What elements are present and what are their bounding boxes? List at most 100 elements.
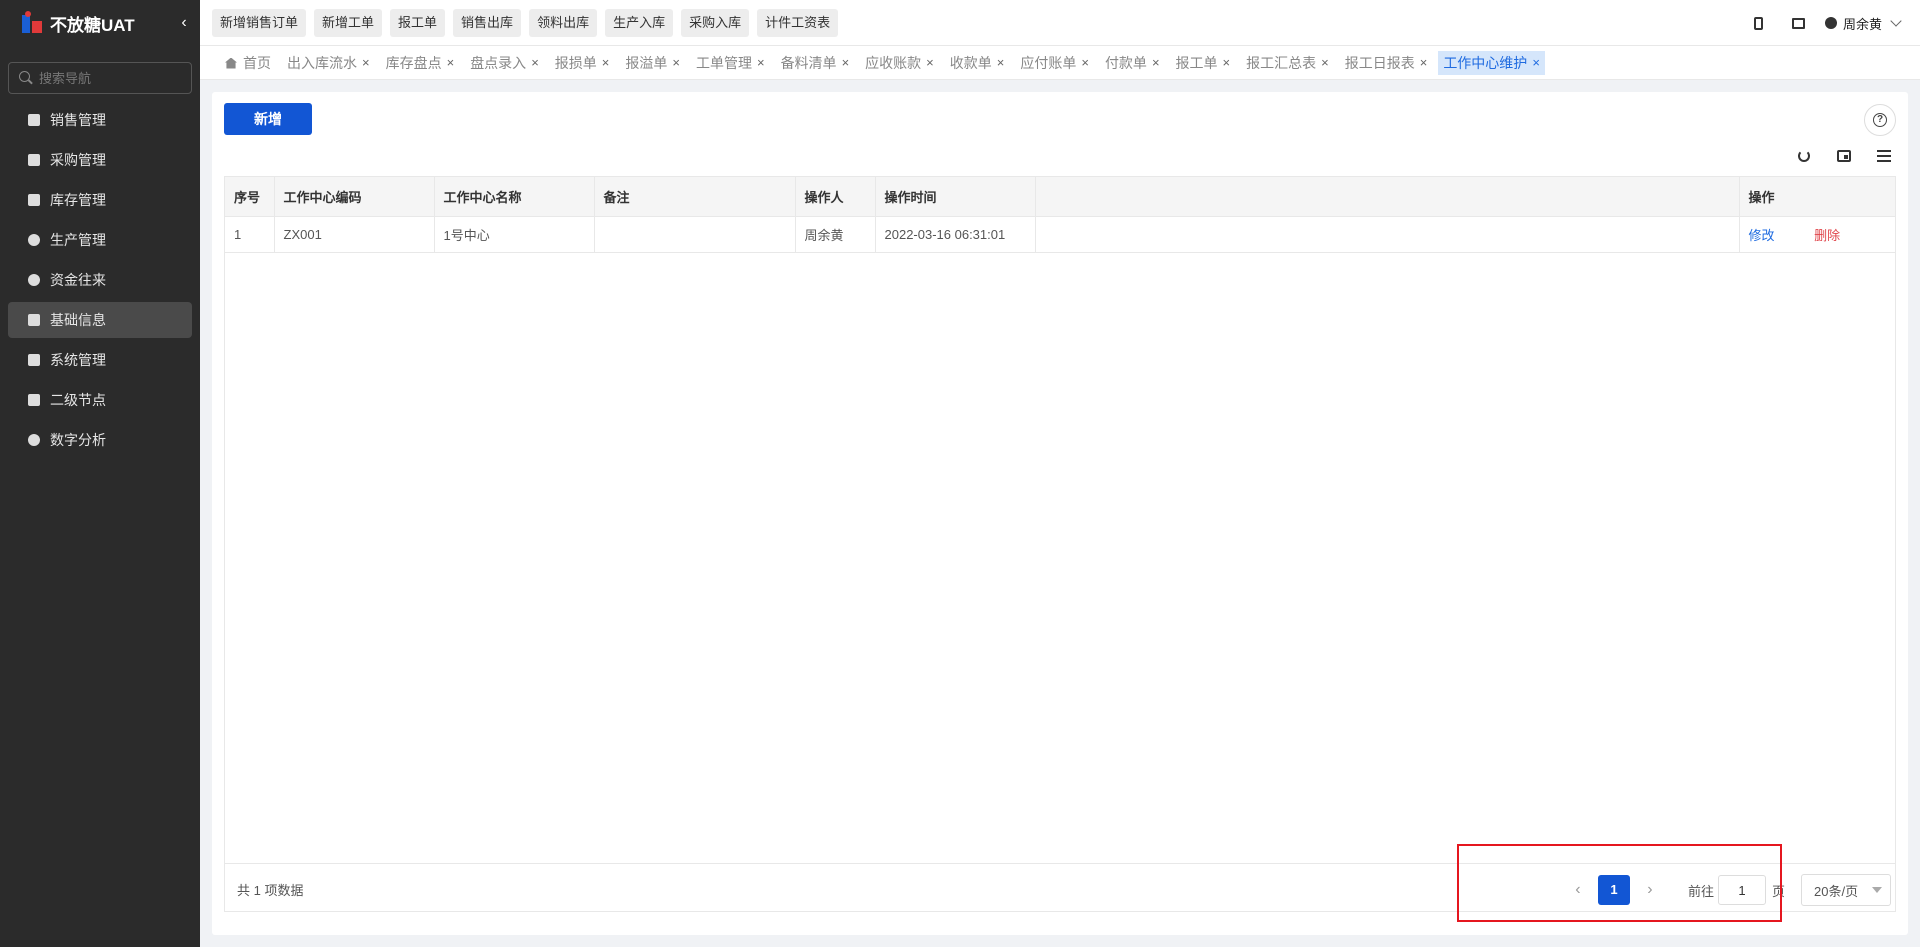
quick-production-inbound-button[interactable]: 生产入库 [605,9,674,37]
collapse-sidebar-button[interactable]: ‹ [174,13,194,33]
home-icon [225,57,237,69]
tab-label: 工单管理 [695,55,752,71]
sidebar-item-label: 二级节点 [50,392,106,408]
column-settings-button[interactable] [1864,144,1904,168]
next-page-button[interactable]: › [1636,876,1664,904]
tab-loss-report[interactable]: 报损单 × [550,51,615,75]
column-header-name: 工作中心名称 [434,177,595,217]
logo-icon [20,11,44,35]
tab-work-order-management[interactable]: 工单管理 × [691,51,770,75]
tab-receivables[interactable]: 应收账款 × [860,51,939,75]
tab-receipt[interactable]: 收款单 × [945,51,1010,75]
close-icon[interactable]: × [1081,51,1089,75]
quick-sales-outbound-button[interactable]: 销售出库 [453,9,522,37]
sidebar-item-system[interactable]: 系统管理 [8,342,192,378]
close-icon[interactable]: × [842,51,850,75]
sidebar-item-purchase[interactable]: 采购管理 [8,142,192,178]
help-button[interactable]: ? [1864,104,1896,136]
chevron-down-icon [1872,887,1882,893]
close-icon[interactable]: × [531,51,539,75]
sidebar: 不放糖UAT ‹ 销售管理 采购管理 库存管理 生产管理 资金往来 基础信息 系… [0,0,200,947]
close-icon[interactable]: × [602,51,610,75]
delete-link[interactable]: 删除 [1814,228,1840,243]
tab-overflow-report[interactable]: 报溢单 × [620,51,685,75]
quick-work-report-button[interactable]: 报工单 [390,9,446,37]
chevron-down-icon [1890,15,1902,27]
tab-work-report[interactable]: 报工单 × [1171,51,1236,75]
nav-search-box[interactable] [8,62,192,94]
tab-label: 库存盘点 [385,55,442,71]
quick-new-sales-order-button[interactable]: 新增销售订单 [212,9,307,37]
tab-inventory-flow[interactable]: 出入库流水 × [282,51,375,75]
top-header: 新增销售订单 新增工单 报工单 销售出库 领料出库 生产入库 采购入库 计件工资… [200,0,1920,46]
column-height-icon [1837,150,1851,162]
dashboard-button[interactable] [1779,0,1819,46]
user-icon [1824,17,1837,29]
sidebar-item-inventory[interactable]: 库存管理 [8,182,192,218]
sidebar-item-label: 销售管理 [50,112,106,128]
close-icon[interactable]: × [1420,51,1428,75]
main-content: 新增 ? 序号 工作中心编码 工作中心名称 备注 操作人 操作时间 操作 1 Z… [212,92,1908,935]
sidebar-item-secondary-node[interactable]: 二级节点 [8,382,192,418]
table-row: 1 ZX001 1号中心 周余黄 2022-03-16 06:31:01 修改 … [225,216,1895,253]
refresh-button[interactable] [1784,144,1824,168]
close-icon[interactable]: × [926,51,934,75]
nav-search-input[interactable] [39,70,179,86]
factory-icon [28,234,40,246]
close-icon[interactable]: × [447,51,455,75]
tab-payment[interactable]: 付款单 × [1100,51,1165,75]
tab-home[interactable]: 首页 [220,51,276,75]
prev-page-button[interactable]: ‹ [1564,876,1592,904]
cart-icon [28,154,40,166]
tab-work-report-summary[interactable]: 报工汇总表 × [1241,51,1334,75]
sidebar-item-production[interactable]: 生产管理 [8,222,192,258]
page-number-button[interactable]: 1 [1597,875,1630,905]
close-icon[interactable]: × [672,51,680,75]
quick-material-outbound-button[interactable]: 领料出库 [529,9,598,37]
cell-index: 1 [225,216,275,253]
app-title: 不放糖UAT [50,15,135,35]
table-header-row: 序号 工作中心编码 工作中心名称 备注 操作人 操作时间 操作 [225,177,1895,217]
phone-icon [1754,16,1764,30]
tab-payables[interactable]: 应付账单 × [1015,51,1094,75]
close-icon[interactable]: × [1223,51,1231,75]
page-size-select[interactable]: 20条/页 [1801,874,1891,906]
page-size-value: 20条/页 [1814,883,1859,899]
money-icon [28,274,40,286]
tab-label: 报工汇总表 [1246,55,1317,71]
close-icon[interactable]: × [1152,51,1160,75]
quick-piecework-wage-button[interactable]: 计件工资表 [757,9,839,37]
tab-work-report-daily[interactable]: 报工日报表 × [1340,51,1433,75]
add-button[interactable]: 新增 [224,103,312,135]
nav-list: 销售管理 采购管理 库存管理 生产管理 资金往来 基础信息 系统管理 二级节点 … [0,102,200,458]
close-icon[interactable]: × [1532,51,1540,75]
mobile-view-button[interactable] [1739,0,1779,46]
quick-purchase-inbound-button[interactable]: 采购入库 [681,9,750,37]
user-menu[interactable]: 周余黄 [1819,14,1920,33]
close-icon[interactable]: × [997,51,1005,75]
sidebar-item-label: 数字分析 [50,432,106,448]
cell-name: 1号中心 [434,216,595,253]
quick-new-work-order-button[interactable]: 新增工单 [314,9,383,37]
sidebar-item-funds[interactable]: 资金往来 [8,262,192,298]
tab-stocktake[interactable]: 库存盘点 × [381,51,460,75]
column-header-remark: 备注 [594,177,796,217]
sidebar-item-sales[interactable]: 销售管理 [8,102,192,138]
sidebar-item-basic-info[interactable]: 基础信息 [8,302,192,338]
help-icon: ? [1873,113,1887,127]
close-icon[interactable]: × [362,51,370,75]
document-icon [28,394,40,406]
sidebar-item-analytics[interactable]: 数字分析 [8,422,192,458]
sidebar-item-label: 采购管理 [50,152,106,168]
close-icon[interactable]: × [1321,51,1329,75]
tab-material-list[interactable]: 备料清单 × [776,51,855,75]
work-center-table: 序号 工作中心编码 工作中心名称 备注 操作人 操作时间 操作 1 ZX001 … [224,176,1896,864]
tab-work-center-maintenance[interactable]: 工作中心维护 × [1438,51,1545,75]
close-icon[interactable]: × [757,51,765,75]
edit-link[interactable]: 修改 [1749,228,1775,243]
goto-page-input[interactable] [1717,875,1766,905]
box-icon [28,194,40,206]
density-button[interactable] [1824,144,1864,168]
tab-stocktake-entry[interactable]: 盘点录入 × [465,51,544,75]
column-header-actions: 操作 [1739,177,1895,217]
